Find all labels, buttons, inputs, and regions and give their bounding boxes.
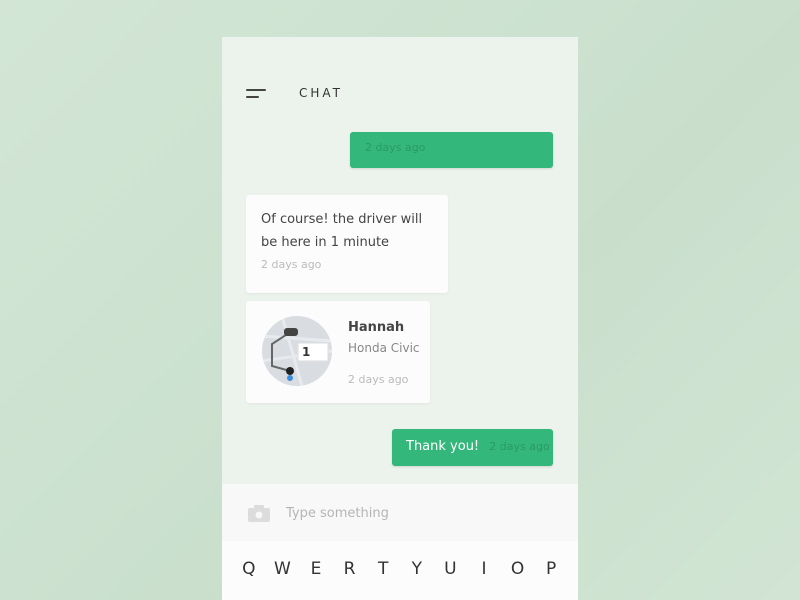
key-y[interactable]: Y (402, 559, 432, 579)
keyboard: Q W E R T Y U I O P (222, 541, 578, 600)
received-message: Of course! the driver will be here in 1 … (246, 195, 448, 293)
car-model: Honda Civic (348, 341, 420, 355)
key-t[interactable]: T (368, 559, 398, 579)
camera-icon[interactable] (248, 505, 270, 522)
chat-screen: CHAT 2 days ago Of course! the driver wi… (222, 37, 578, 600)
eta-value: 1 (302, 345, 311, 359)
hamburger-icon[interactable] (246, 88, 266, 100)
key-o[interactable]: O (503, 559, 533, 579)
route-map-icon (262, 316, 332, 386)
message-time: 2 days ago (261, 258, 322, 271)
key-e[interactable]: E (301, 559, 331, 579)
key-i[interactable]: I (469, 559, 499, 579)
key-u[interactable]: U (435, 559, 465, 579)
driver-card[interactable]: 1 Hannah Honda Civic 2 days ago (246, 301, 430, 403)
sent-message: Thank you! 2 days ago (392, 429, 553, 466)
message-text: Of course! the driver will be here in 1 … (261, 212, 423, 250)
message-time: 2 days ago (348, 373, 409, 386)
key-q[interactable]: Q (234, 559, 264, 579)
key-r[interactable]: R (335, 559, 365, 579)
map-thumbnail: 1 (262, 316, 332, 386)
key-p[interactable]: P (536, 559, 566, 579)
message-time: 2 days ago (365, 141, 426, 154)
page-title: CHAT (299, 86, 344, 100)
message-text: Thank you! (406, 439, 480, 454)
sent-message: 2 days ago (350, 132, 553, 168)
key-w[interactable]: W (267, 559, 297, 579)
driver-name: Hannah (348, 320, 405, 335)
message-input[interactable] (286, 500, 556, 526)
message-time: 2 days ago (489, 440, 550, 453)
message-composer (222, 484, 578, 541)
